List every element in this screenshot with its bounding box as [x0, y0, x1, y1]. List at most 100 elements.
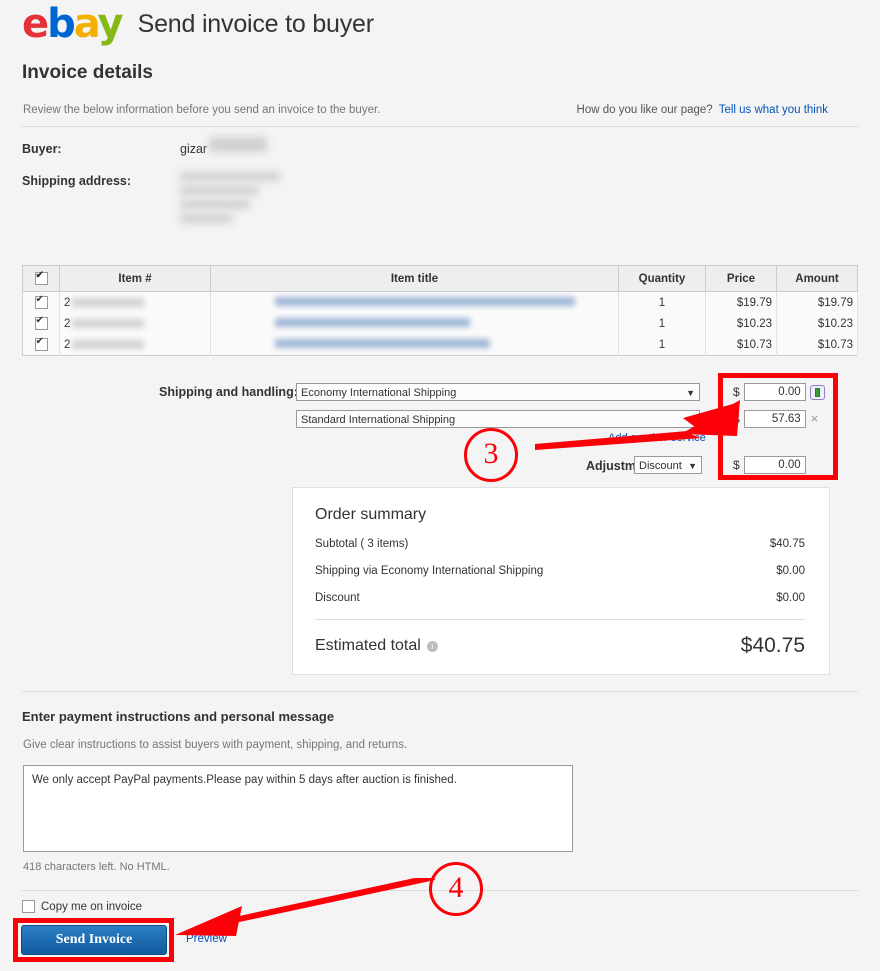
summary-label: Discount: [315, 592, 360, 604]
add-another-service-link[interactable]: Add another service: [608, 432, 706, 444]
item-title-redaction: [275, 317, 470, 327]
item-price: $10.23: [705, 313, 777, 334]
shipping-service-2-value: Standard International Shipping: [301, 414, 456, 426]
row-checkbox-cell[interactable]: [22, 291, 60, 313]
row-checkbox[interactable]: [34, 336, 48, 351]
invoice-page: ebay Send invoice to buyer Invoice detai…: [0, 0, 880, 971]
buyer-label: Buyer:: [22, 142, 62, 156]
summary-divider: [315, 619, 805, 620]
divider-top: [22, 126, 858, 127]
annotation-step-3: 3: [464, 428, 518, 482]
adjustment-type-select[interactable]: Discount ▼: [634, 456, 702, 474]
review-instruction-text: Review the below information before you …: [23, 104, 381, 116]
row-checkbox-cell[interactable]: [22, 334, 60, 356]
ebay-logo: ebay: [22, 1, 124, 47]
item-number-cell: 2: [59, 334, 211, 356]
item-amount: $10.23: [776, 313, 858, 334]
annotation-arrow-4: [175, 878, 435, 936]
feedback-link[interactable]: Tell us what you think: [719, 104, 828, 116]
buyer-name-redaction: [209, 137, 267, 152]
item-title-redaction: [275, 296, 575, 306]
shipping-service-1-value: Economy International Shipping: [301, 387, 457, 399]
summary-row-discount: Discount $0.00: [315, 592, 805, 604]
highlight-box-send-invoice: [13, 918, 174, 962]
item-quantity: 1: [618, 334, 706, 356]
item-amount: $19.79: [776, 291, 858, 313]
estimated-total-value: $40.75: [740, 634, 805, 657]
summary-label: Subtotal ( 3 items): [315, 538, 409, 550]
page-header: ebay Send invoice to buyer: [22, 4, 374, 44]
section-title: Invoice details: [22, 62, 153, 83]
adjustment-type-value: Discount: [639, 460, 682, 472]
copy-me-row[interactable]: Copy me on invoice: [22, 900, 142, 913]
buyer-value: gizar: [180, 142, 208, 156]
shipping-service-select-1[interactable]: Economy International Shipping ▼: [296, 383, 700, 401]
shipping-address-redaction: [180, 186, 258, 195]
order-summary-title: Order summary: [315, 506, 427, 523]
item-title-cell[interactable]: [210, 291, 619, 313]
item-price: $19.79: [705, 291, 777, 313]
divider-middle: [22, 691, 858, 692]
item-price: $10.73: [705, 334, 777, 356]
message-section-title: Enter payment instructions and personal …: [22, 709, 335, 724]
table-row: 2 1 $10.73 $10.73: [22, 334, 858, 356]
feedback-prompt: How do you like our page? Tell us what yo…: [577, 104, 828, 116]
order-summary-panel: Order summary Subtotal ( 3 items) $40.75…: [292, 487, 830, 675]
feedback-question: How do you like our page?: [576, 104, 713, 116]
summary-value: $0.00: [776, 592, 805, 604]
summary-row-shipping: Shipping via Economy International Shipp…: [315, 565, 805, 577]
copy-me-checkbox[interactable]: [22, 900, 35, 913]
summary-row-total: Estimated total i $40.75: [315, 634, 805, 658]
annotation-arrow-3: [535, 400, 740, 450]
chevron-down-icon: ▼: [686, 415, 695, 425]
item-title-cell[interactable]: [210, 313, 619, 334]
message-section-subtitle: Give clear instructions to assist buyers…: [23, 739, 408, 751]
items-table: Item # Item title Quantity Price Amount …: [22, 265, 858, 356]
column-header-item-number: Item #: [59, 265, 211, 292]
chevron-down-icon: ▼: [688, 461, 697, 471]
annotation-step-4: 4: [429, 862, 483, 916]
shipping-address-redaction: [180, 214, 232, 223]
summary-value: $40.75: [769, 538, 805, 550]
column-header-amount: Amount: [776, 265, 858, 292]
item-number-redaction: [72, 318, 145, 328]
table-row: 2 1 $10.23 $10.23: [22, 313, 858, 334]
row-checkbox[interactable]: [34, 294, 48, 309]
shipping-address-label: Shipping address:: [22, 174, 132, 188]
shipping-handling-label: Shipping and handling:: [159, 385, 298, 399]
chevron-down-icon: ▼: [686, 388, 695, 398]
copy-me-label: Copy me on invoice: [41, 900, 142, 913]
select-all-header[interactable]: [22, 265, 60, 292]
row-checkbox-cell[interactable]: [22, 313, 60, 334]
highlight-box-prices: [718, 373, 838, 480]
item-number-redaction: [72, 339, 145, 349]
item-number-cell: 2: [59, 313, 211, 334]
info-icon[interactable]: i: [426, 640, 438, 652]
preview-link[interactable]: Preview: [186, 933, 227, 945]
summary-label: Shipping via Economy International Shipp…: [315, 565, 544, 577]
page-title: Send invoice to buyer: [137, 9, 374, 38]
item-number-cell: 2: [59, 291, 211, 313]
column-header-price: Price: [705, 265, 777, 292]
shipping-address-redaction: [180, 200, 250, 209]
column-header-quantity: Quantity: [618, 265, 706, 292]
estimated-total-label: Estimated total: [315, 637, 421, 654]
shipping-service-select-2[interactable]: Standard International Shipping ▼: [296, 410, 700, 428]
shipping-address-redaction: [180, 172, 280, 181]
characters-left-text: 418 characters left. No HTML.: [23, 861, 170, 873]
item-title-redaction: [275, 338, 490, 348]
item-quantity: 1: [618, 313, 706, 334]
item-title-cell[interactable]: [210, 334, 619, 356]
row-checkbox[interactable]: [34, 315, 48, 330]
summary-value: $0.00: [776, 565, 805, 577]
table-row: 2 1 $19.79 $19.79: [22, 291, 858, 313]
select-all-checkbox[interactable]: [34, 270, 48, 285]
table-header-row: Item # Item title Quantity Price Amount: [22, 265, 858, 292]
column-header-item-title: Item title: [210, 265, 619, 292]
payment-instructions-textarea[interactable]: [23, 765, 573, 852]
item-quantity: 1: [618, 291, 706, 313]
item-number-redaction: [72, 297, 145, 307]
item-amount: $10.73: [776, 334, 858, 356]
summary-row-subtotal: Subtotal ( 3 items) $40.75: [315, 538, 805, 550]
estimated-total-label-wrap: Estimated total i: [315, 637, 438, 655]
